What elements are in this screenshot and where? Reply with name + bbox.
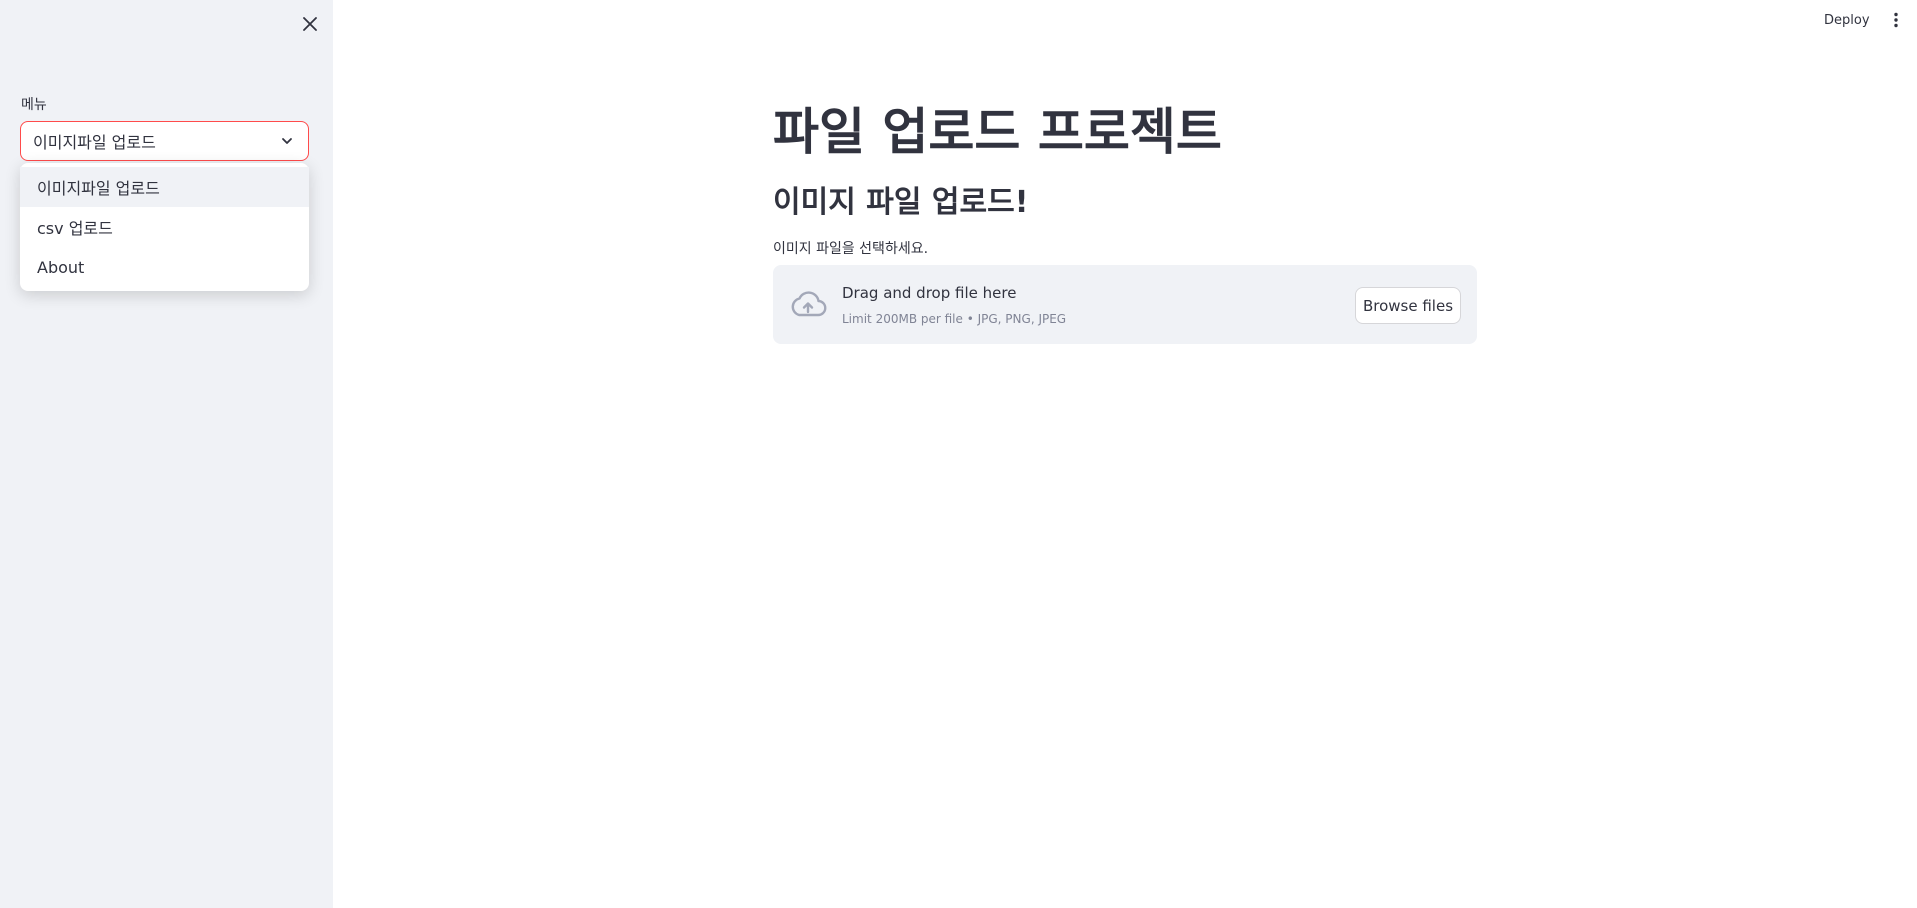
file-uploader-label: 이미지 파일을 선택하세요. (773, 241, 929, 257)
chevron-down-icon (278, 132, 296, 150)
menu-option-csv-upload[interactable]: csv 업로드 (20, 207, 309, 247)
menu-select[interactable]: 이미지파일 업로드 (20, 121, 309, 161)
page-title: 파일 업로드 프로젝트 (773, 103, 1222, 161)
menu-select-value: 이미지파일 업로드 (33, 133, 156, 152)
dropzone-instructions: Drag and drop file here (842, 284, 1017, 302)
browse-files-button[interactable]: Browse files (1355, 287, 1461, 324)
menu-select-label: 메뉴 (21, 97, 47, 113)
menu-option-about[interactable]: About (20, 247, 309, 287)
menu-option-image-upload[interactable]: 이미지파일 업로드 (20, 167, 309, 207)
sidebar-close-button[interactable] (296, 10, 324, 38)
page-subtitle: 이미지 파일 업로드! (773, 185, 1029, 220)
cloud-upload-icon (791, 291, 827, 317)
close-icon (303, 17, 317, 31)
deploy-button[interactable]: Deploy (1818, 8, 1876, 32)
dropzone-limit-text: Limit 200MB per file • JPG, PNG, JPEG (842, 312, 1067, 326)
menu-dropdown-list: 이미지파일 업로드 csv 업로드 About (20, 163, 309, 291)
sidebar: 메뉴 이미지파일 업로드 이미지파일 업로드 csv 업로드 About (0, 0, 333, 908)
file-dropzone[interactable]: Drag and drop file here Limit 200MB per … (773, 265, 1477, 344)
main-menu-button[interactable] (1884, 8, 1908, 32)
kebab-menu-icon (1894, 12, 1898, 28)
